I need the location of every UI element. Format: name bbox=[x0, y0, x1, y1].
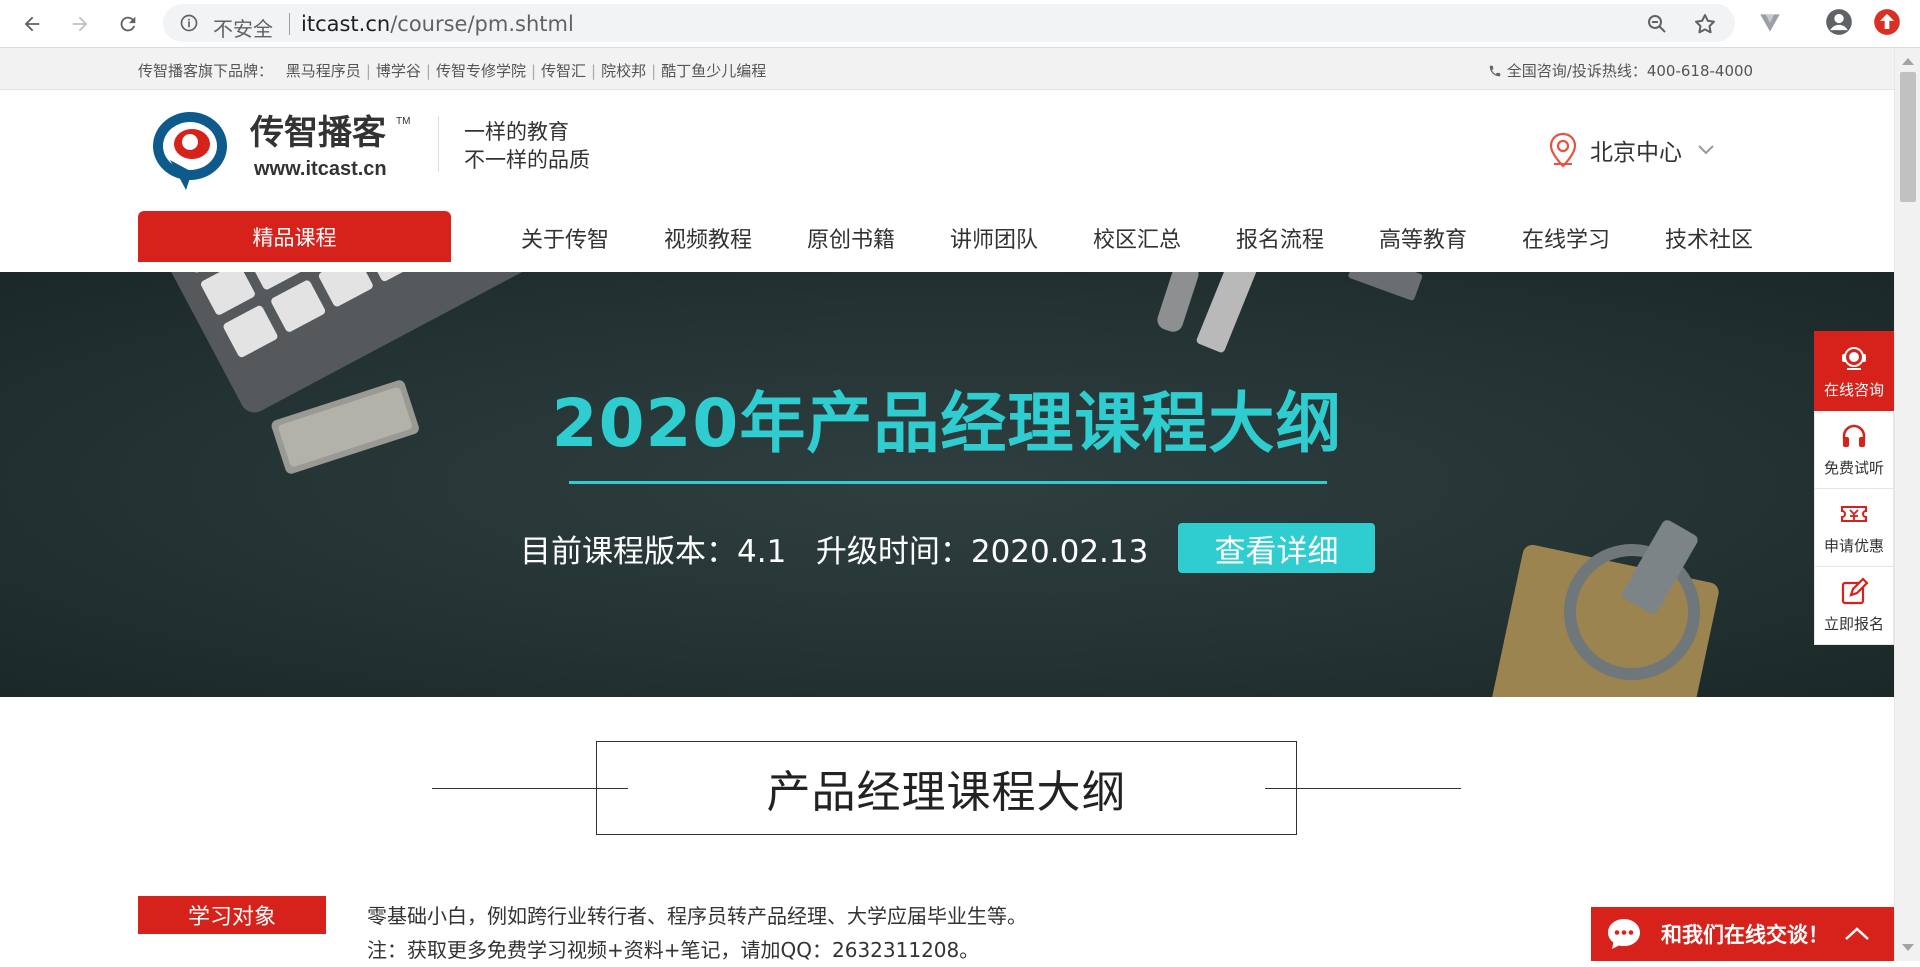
slogan: 一样的教育 不一样的品质 bbox=[464, 118, 590, 174]
study-target-tag: 学习对象 bbox=[138, 896, 326, 934]
logo-mark-icon: 传智播客 TM www.itcast.cn bbox=[153, 112, 410, 190]
scroll-up-arrow[interactable] bbox=[1902, 58, 1914, 65]
extension-icon[interactable] bbox=[1757, 10, 1783, 36]
scroll-thumb[interactable] bbox=[1900, 72, 1916, 202]
url-text[interactable]: itcast.cn/course/pm.shtml bbox=[301, 12, 574, 36]
logo-tm: TM bbox=[396, 116, 410, 127]
divider: | bbox=[425, 62, 431, 80]
slogan-line-2: 不一样的品质 bbox=[464, 148, 590, 172]
banner-underline bbox=[569, 481, 1327, 484]
brand-prefix: 传智播客旗下品牌： bbox=[138, 62, 274, 80]
arrow-left-icon bbox=[24, 16, 40, 32]
reload-icon bbox=[120, 16, 136, 32]
nav-item-online[interactable]: 在线学习 bbox=[1522, 222, 1610, 254]
slogan-line-1: 一样的教育 bbox=[464, 120, 569, 144]
card-illustration bbox=[1491, 520, 1719, 697]
map-pin-icon bbox=[1549, 132, 1577, 168]
sidebar-item-trial[interactable]: 免费试听 bbox=[1814, 411, 1894, 489]
divider: | bbox=[651, 62, 657, 80]
section-heading-box: 产品经理课程大纲 bbox=[596, 741, 1297, 835]
profile-icon[interactable] bbox=[1825, 8, 1853, 36]
hero-banner: 2020年产品经理课程大纲 目前课程版本：4.1 升级时间：2020.02.13… bbox=[0, 272, 1894, 697]
chevron-down-icon bbox=[1698, 145, 1714, 155]
reload-button[interactable] bbox=[112, 8, 144, 40]
divider: | bbox=[591, 62, 597, 80]
divider: | bbox=[530, 62, 537, 80]
ticket-icon bbox=[1841, 506, 1867, 522]
browser-toolbar: 不安全 itcast.cn/course/pm.shtml bbox=[0, 0, 1920, 48]
chat-label: 和我们在线交谈！ bbox=[1661, 923, 1829, 947]
nav-featured-courses[interactable]: 精品课程 bbox=[138, 211, 451, 262]
sidebar-label-consult: 在线咨询 bbox=[1823, 380, 1884, 399]
brand-link-yuanxiaobang[interactable]: 院校邦 bbox=[601, 62, 646, 80]
scroll-down-arrow[interactable] bbox=[1902, 944, 1914, 951]
forward-button[interactable] bbox=[64, 8, 96, 40]
url-host: itcast.cn bbox=[301, 12, 391, 36]
divider: | bbox=[365, 62, 371, 80]
nav-item-campuses[interactable]: 校区汇总 bbox=[1093, 222, 1181, 254]
view-details-button[interactable]: 查看详细 bbox=[1178, 523, 1375, 573]
hotline: 全国咨询/投诉热线：400-618-4000 bbox=[1488, 60, 1753, 81]
sidebar-item-register[interactable]: 立即报名 bbox=[1814, 567, 1894, 645]
location-text: 北京中心 bbox=[1590, 140, 1682, 166]
sidebar-item-discount[interactable]: 申请优惠 bbox=[1814, 489, 1894, 567]
header-divider bbox=[438, 116, 439, 172]
back-button[interactable] bbox=[16, 8, 48, 40]
nav-item-enroll[interactable]: 报名流程 bbox=[1236, 222, 1324, 254]
nav-item-about[interactable]: 关于传智 bbox=[521, 222, 609, 254]
headset-agent-icon bbox=[1842, 346, 1866, 370]
bookmark-star-icon[interactable] bbox=[1693, 12, 1717, 36]
brand-link-kudingyu[interactable]: 酷丁鱼少儿编程 bbox=[661, 62, 766, 80]
nav-item-videos[interactable]: 视频教程 bbox=[664, 222, 752, 254]
brand-link-chuanzhihui[interactable]: 传智汇 bbox=[541, 62, 586, 80]
omnibox-divider bbox=[289, 13, 290, 35]
security-label: 不安全 bbox=[213, 17, 273, 41]
sidebar-item-consult[interactable]: 在线咨询 bbox=[1814, 331, 1894, 411]
zoom-icon[interactable] bbox=[1645, 12, 1669, 36]
site-logo[interactable]: 传智播客 TM www.itcast.cn bbox=[152, 108, 414, 190]
sidebar-label-trial: 免费试听 bbox=[1823, 459, 1884, 477]
nav-item-higher-ed[interactable]: 高等教育 bbox=[1379, 222, 1467, 254]
nav-item-books[interactable]: 原创书籍 bbox=[807, 222, 895, 254]
location-selector[interactable]: 北京中心 bbox=[1548, 132, 1716, 168]
chevron-up-icon[interactable] bbox=[1843, 924, 1871, 944]
edit-icon bbox=[1841, 577, 1869, 605]
section-heading: 产品经理课程大纲 bbox=[766, 767, 1127, 818]
headphones-icon bbox=[1842, 424, 1866, 447]
online-chat-bar[interactable]: 和我们在线交谈！ bbox=[1591, 907, 1894, 961]
brand-link-heima[interactable]: 黑马程序员 bbox=[286, 62, 361, 80]
url-path: /course/pm.shtml bbox=[390, 12, 574, 36]
study-target-line-2: 注：获取更多免费学习视频+资料+笔记，请加QQ：2632311208。 bbox=[367, 938, 980, 962]
address-bar[interactable]: 不安全 itcast.cn/course/pm.shtml bbox=[163, 4, 1735, 42]
logo-text: 传智播客 bbox=[249, 113, 386, 152]
study-target-line-1: 零基础小白，例如跨行业转行者、程序员转产品经理、大学应届毕业生等。 bbox=[367, 904, 1027, 928]
brand-links: 传智播客旗下品牌： 黑马程序员 | 博学谷 | 传智专修学院 | 传智汇 | 院校邦 | 酷丁鱼少儿… bbox=[138, 60, 766, 81]
arrow-right-icon bbox=[72, 16, 88, 32]
floating-sidebar: 在线咨询 免费试听 申请优惠 立即报名 bbox=[1814, 331, 1894, 645]
top-info-bar: 传智播客旗下品牌： 黑马程序员 | 博学谷 | 传智专修学院 | 传智汇 | 院校邦 | 酷丁鱼少儿… bbox=[0, 48, 1894, 90]
logo-url: www.itcast.cn bbox=[253, 158, 387, 180]
update-icon[interactable] bbox=[1873, 8, 1901, 36]
banner-title: 2020年产品经理课程大纲 bbox=[551, 385, 1343, 462]
nav-item-community[interactable]: 技术社区 bbox=[1665, 222, 1753, 254]
brand-link-boxuegu[interactable]: 博学谷 bbox=[376, 62, 421, 80]
study-target-text: 零基础小白，例如跨行业转行者、程序员转产品经理、大学应届毕业生等。 注：获取更多… bbox=[367, 899, 1027, 967]
hotline-text: 全国咨询/投诉热线：400-618-4000 bbox=[1506, 62, 1754, 80]
phone-icon bbox=[1489, 65, 1501, 77]
pen-illustration bbox=[1157, 272, 1423, 353]
info-icon[interactable] bbox=[179, 13, 199, 33]
chat-bubble-icon bbox=[1608, 919, 1640, 949]
page-scrollbar[interactable] bbox=[1894, 48, 1920, 961]
sidebar-label-register: 立即报名 bbox=[1823, 615, 1884, 633]
banner-version: 目前课程版本：4.1 升级时间：2020.02.13 bbox=[520, 534, 1149, 570]
banner-decoration bbox=[154, 272, 1719, 697]
nav-item-teachers[interactable]: 讲师团队 bbox=[950, 222, 1038, 254]
sidebar-label-discount: 申请优惠 bbox=[1823, 537, 1884, 555]
brand-link-zhuanxiu[interactable]: 传智专修学院 bbox=[436, 62, 526, 80]
